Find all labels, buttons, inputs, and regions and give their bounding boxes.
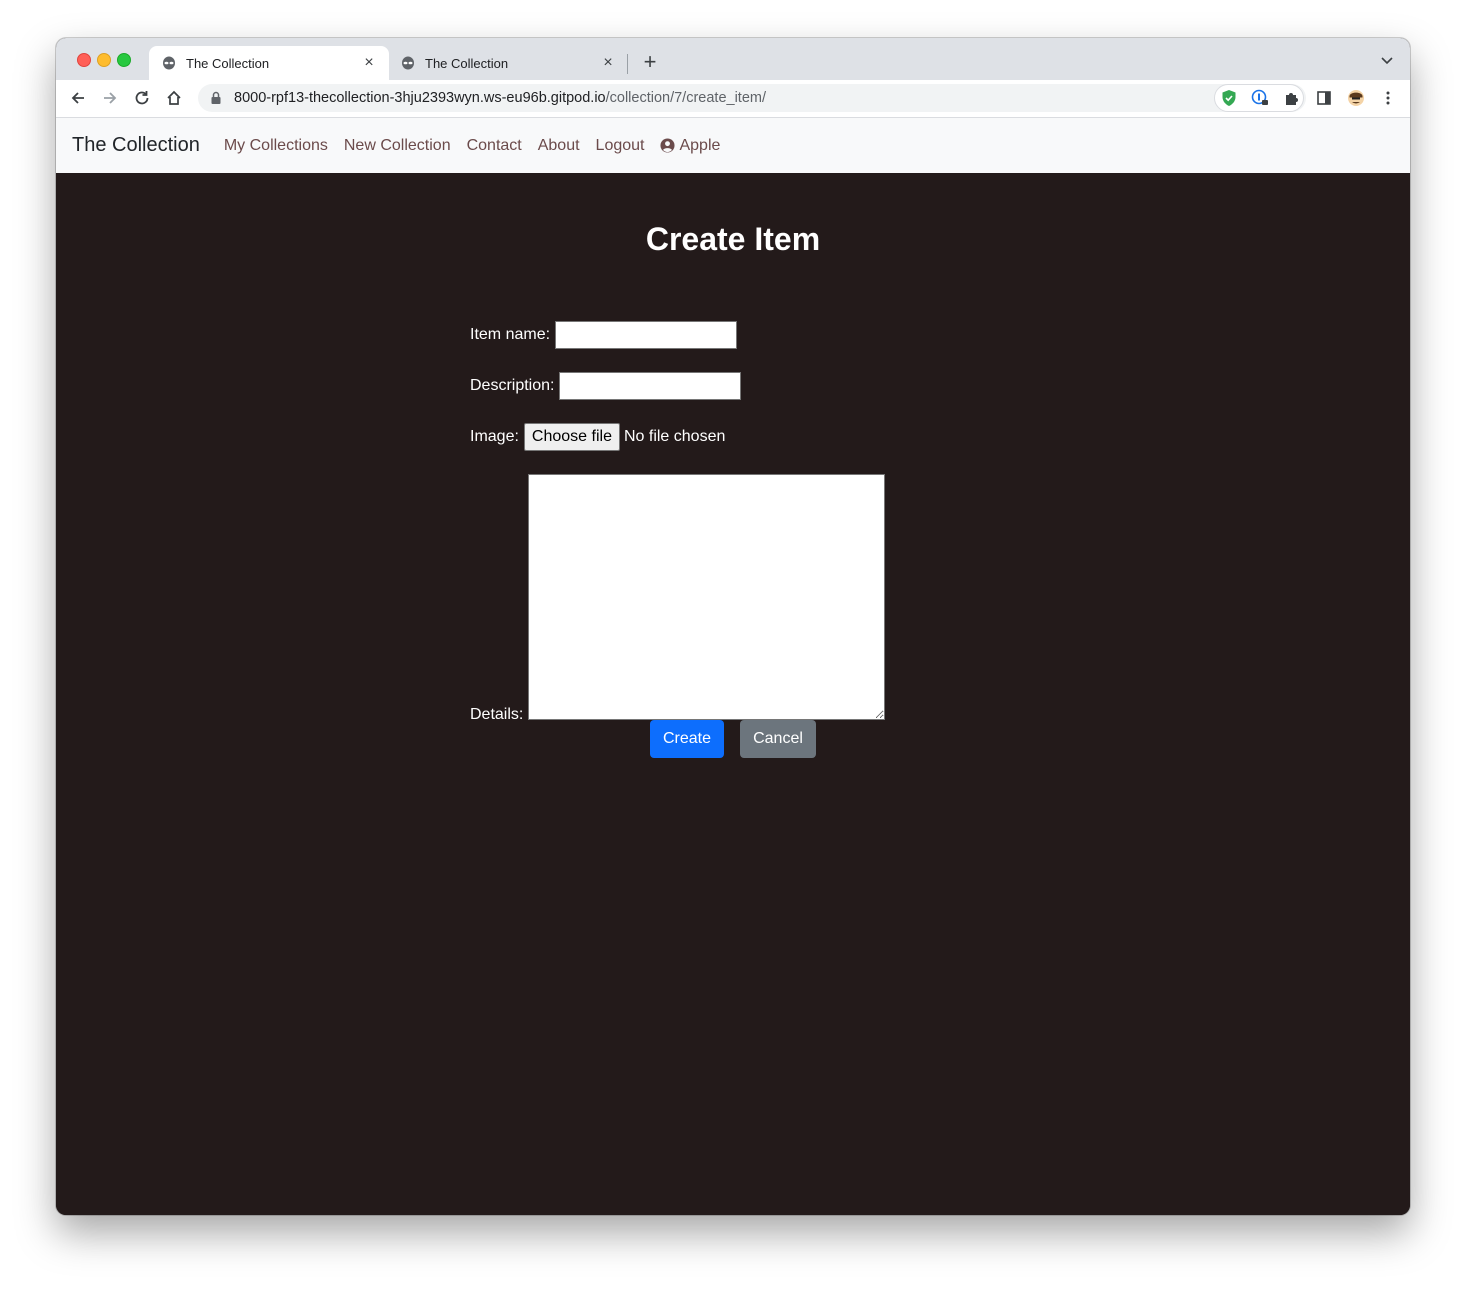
nav-my-collections[interactable]: My Collections: [216, 137, 336, 155]
tab-1[interactable]: The Collection ×: [149, 46, 389, 80]
nav-user[interactable]: Apple: [652, 137, 728, 155]
home-icon[interactable]: [164, 88, 184, 108]
create-button[interactable]: Create: [650, 720, 724, 758]
navbar-brand[interactable]: The Collection: [72, 134, 200, 157]
close-tab-icon[interactable]: ×: [600, 55, 616, 71]
tab-strip: The Collection × The Collection × +: [56, 38, 1410, 80]
no-file-chosen-text: No file chosen: [623, 428, 726, 445]
item-name-row: Item name:: [470, 321, 738, 349]
minimize-window-button[interactable]: [97, 53, 111, 67]
item-name-label: Item name:: [470, 326, 551, 343]
description-label: Description:: [470, 377, 555, 394]
choose-file-button[interactable]: Choose file: [523, 423, 620, 451]
side-panel-icon[interactable]: [1314, 88, 1334, 108]
kebab-menu-icon[interactable]: [1378, 88, 1398, 108]
forward-arrow-icon[interactable]: [100, 88, 120, 108]
nav-logout[interactable]: Logout: [588, 137, 653, 155]
profile-avatar-icon[interactable]: [1346, 88, 1366, 108]
reload-icon[interactable]: [132, 88, 152, 108]
puzzle-extensions-icon[interactable]: [1282, 88, 1302, 108]
page-title: Create Item: [645, 221, 821, 257]
close-tab-icon[interactable]: ×: [361, 55, 377, 71]
details-textarea[interactable]: [528, 474, 886, 720]
image-label: Image:: [470, 428, 519, 445]
shield-extension-icon[interactable]: [1219, 88, 1239, 108]
browser-window: The Collection × The Collection × + 8000…: [56, 38, 1410, 1215]
image-row: Image: Choose file No file chosen: [470, 423, 725, 451]
details-row: Details:: [470, 474, 886, 723]
url-host: 8000-rpf13-thecollection-3hju2393wyn.ws-…: [234, 90, 606, 106]
close-window-button[interactable]: [77, 53, 91, 67]
browser-toolbar: 8000-rpf13-thecollection-3hju2393wyn.ws-…: [56, 80, 1410, 118]
tab-2[interactable]: The Collection ×: [388, 46, 628, 80]
tab-title: The Collection: [425, 55, 509, 71]
item-name-input[interactable]: [555, 321, 738, 349]
password-manager-icon[interactable]: [1250, 88, 1270, 108]
main-content: Create Item Item name: Description: Imag…: [56, 173, 1410, 1215]
site-navbar: The Collection My Collections New Collec…: [56, 118, 1410, 173]
description-input[interactable]: [559, 372, 742, 400]
back-arrow-icon[interactable]: [68, 88, 88, 108]
chevron-down-icon[interactable]: [1380, 53, 1396, 69]
new-tab-icon[interactable]: +: [640, 51, 660, 73]
alien-favicon-icon: [161, 55, 177, 71]
tab-separator: [627, 54, 628, 74]
nav-about[interactable]: About: [530, 137, 588, 155]
details-label: Details:: [470, 706, 524, 723]
url-path: /collection/7/create_item/: [605, 90, 766, 106]
nav-contact[interactable]: Contact: [459, 137, 530, 155]
description-row: Description:: [470, 372, 742, 400]
nav-user-name: Apple: [679, 136, 721, 154]
cancel-button[interactable]: Cancel: [740, 720, 816, 758]
maximize-window-button[interactable]: [117, 53, 131, 67]
tab-title: The Collection: [186, 55, 270, 71]
address-bar[interactable]: 8000-rpf13-thecollection-3hju2393wyn.ws-…: [198, 84, 1306, 112]
nav-new-collection[interactable]: New Collection: [336, 137, 459, 155]
user-circle-icon: [660, 138, 676, 153]
alien-favicon-icon: [400, 55, 416, 71]
lock-icon: [210, 91, 224, 105]
